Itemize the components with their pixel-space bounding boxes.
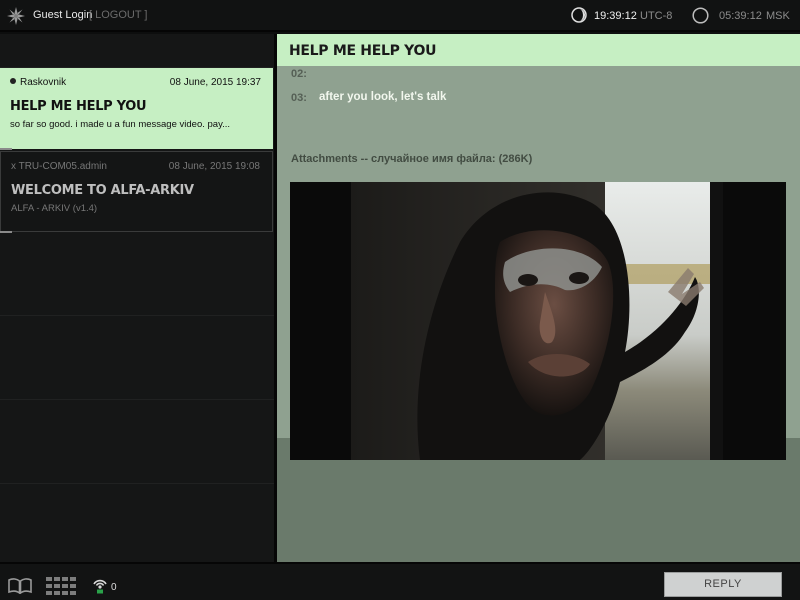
empty-list-row bbox=[0, 316, 274, 400]
video-frame-image bbox=[290, 182, 786, 460]
book-icon[interactable] bbox=[8, 578, 32, 594]
message-view: HELP ME HELP YOU 02: 03: after you look,… bbox=[277, 34, 800, 562]
local-timezone: UTC-8 bbox=[640, 10, 673, 22]
attachment-label: Attachments -- случайное имя файла: (286… bbox=[291, 153, 533, 165]
line-number: 02: bbox=[291, 68, 307, 80]
line-text: after you look, let's talk bbox=[319, 91, 447, 103]
line-number: 03: bbox=[291, 92, 307, 104]
grid-icon[interactable] bbox=[46, 577, 76, 595]
message-title: WELCOME TO ALFA-ARKIV bbox=[11, 183, 194, 198]
bottom-bar: 0 REPLY bbox=[0, 562, 800, 600]
message-date: 08 June, 2015 19:37 bbox=[169, 77, 261, 88]
message-preview: ALFA - ARKIV (v1.4) bbox=[11, 203, 98, 214]
moon-clock-icon bbox=[571, 7, 587, 23]
logo-icon bbox=[7, 7, 25, 25]
list-spacer bbox=[0, 34, 274, 68]
message-preview: so far so good. i made u a fun message v… bbox=[10, 119, 231, 130]
unread-dot-icon bbox=[10, 78, 16, 84]
reply-button[interactable]: REPLY bbox=[664, 572, 782, 597]
empty-list-row bbox=[0, 232, 274, 316]
empty-list-row bbox=[0, 484, 274, 568]
local-time: 19:39:12 bbox=[594, 10, 637, 22]
message-sender: x TRU-COM05.admin bbox=[11, 161, 107, 172]
message-body[interactable]: 02: 03: after you look, let's talk Attac… bbox=[277, 66, 800, 460]
empty-list-row bbox=[0, 400, 274, 484]
list-marker bbox=[0, 148, 12, 150]
message-date: 08 June, 2015 19:08 bbox=[168, 161, 260, 172]
logout-link[interactable]: [ LOGOUT ] bbox=[89, 9, 147, 21]
user-label: Guest Login bbox=[33, 9, 93, 21]
remote-timezone: MSK bbox=[766, 10, 790, 22]
sender-name: Raskovnik bbox=[20, 77, 67, 88]
signal-count: 0 bbox=[111, 582, 117, 593]
video-attachment[interactable] bbox=[290, 182, 786, 460]
remote-time: 05:39:12 bbox=[719, 10, 762, 22]
signal-icon[interactable] bbox=[91, 576, 109, 594]
list-marker bbox=[0, 231, 12, 233]
message-item-welcome[interactable]: x TRU-COM05.admin 08 June, 2015 19:08 WE… bbox=[0, 151, 273, 232]
top-bar: Guest Login [ LOGOUT ] 19:39:12 UTC-8 05… bbox=[0, 0, 800, 32]
message-view-title: HELP ME HELP YOU bbox=[289, 43, 437, 59]
message-title: HELP ME HELP YOU bbox=[10, 99, 147, 114]
message-sender: Raskovnik bbox=[10, 77, 66, 88]
message-header: HELP ME HELP YOU bbox=[277, 34, 800, 66]
circle-clock-icon bbox=[692, 7, 709, 24]
message-list: Raskovnik 08 June, 2015 19:37 HELP ME HE… bbox=[0, 34, 274, 568]
message-item-help-me-help-you[interactable]: Raskovnik 08 June, 2015 19:37 HELP ME HE… bbox=[0, 68, 273, 149]
